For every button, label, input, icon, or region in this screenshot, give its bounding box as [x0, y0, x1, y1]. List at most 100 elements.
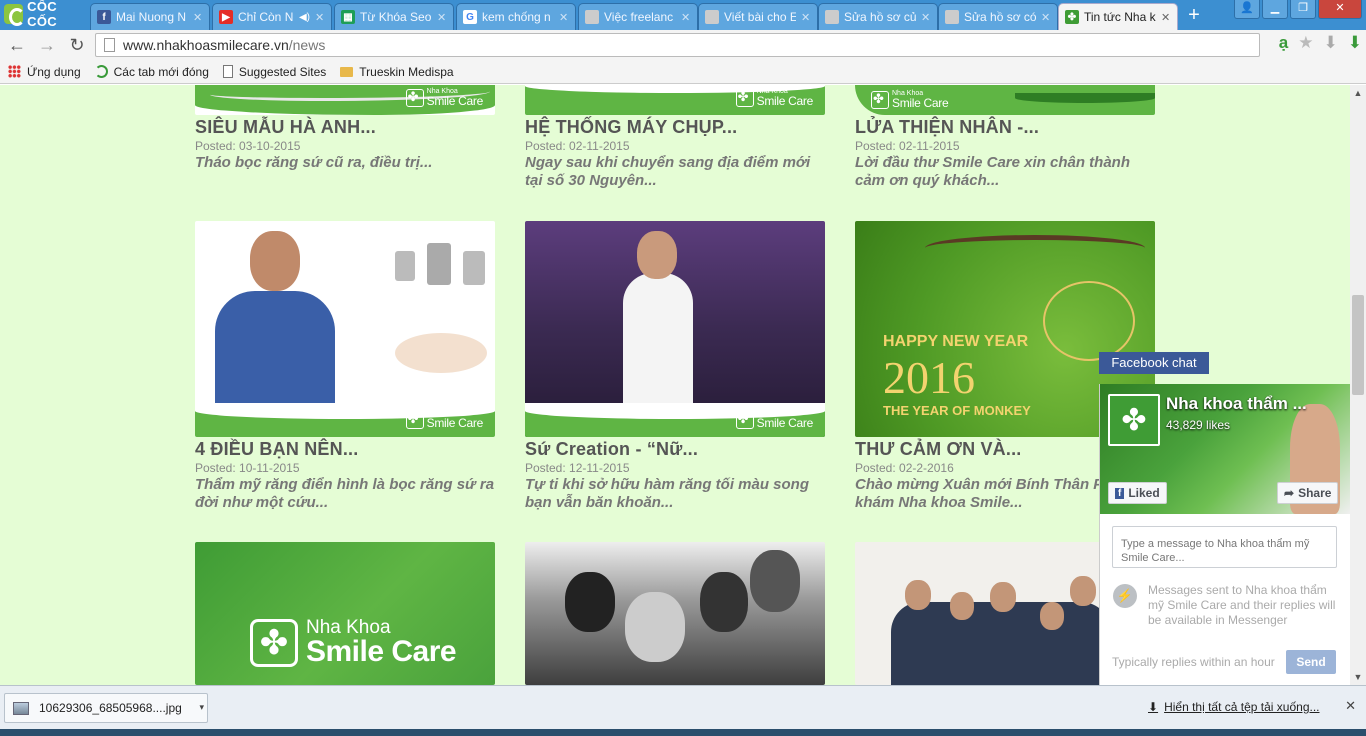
chevron-down-icon[interactable]: ▾ [199, 702, 204, 713]
post-title[interactable]: THƯ CẢM ƠN VÀ... [855, 439, 1021, 460]
sheets-icon: ▦ [341, 10, 355, 24]
post-thumbnail[interactable]: Nha KhoaSmile Care [195, 221, 495, 437]
download-filename: 10629306_68505968....jpg [39, 701, 182, 715]
speaker-icon[interactable]: ◀) [299, 12, 310, 23]
browser-tab[interactable]: ▦ Từ Khóa Seo ✕ [334, 3, 454, 30]
reload-button[interactable]: ↻ [64, 32, 90, 58]
page-icon [705, 10, 719, 24]
logo-card: ✤ Nha Khoa Smile Care [250, 618, 457, 667]
page-scrollbar[interactable]: ▲ ▼ [1350, 85, 1366, 685]
post-thumbnail[interactable]: Nha KhoaSmile Care [525, 85, 825, 115]
fb-likes-count: 43,829 likes [1166, 418, 1231, 432]
lantern-decoration [1043, 281, 1135, 361]
browser-logo[interactable]: CỐC CỐC [0, 0, 88, 29]
close-tab-icon[interactable]: ✕ [315, 11, 325, 24]
browser-tab[interactable]: Viết bài cho E ✕ [698, 3, 818, 30]
post-title[interactable]: HỆ THỐNG MÁY CHỤP... [525, 117, 737, 138]
browser-tab[interactable]: ▶ Chỉ Còn N ◀) ✕ [212, 3, 332, 30]
post-thumbnail[interactable]: ✤ Nha Khoa Smile Care [195, 542, 495, 685]
share-icon: ➦ [1284, 486, 1295, 500]
smile-care-badge: Nha KhoaSmile Care [405, 410, 483, 429]
profile-button[interactable]: 👤 [1234, 0, 1260, 19]
scroll-thumb[interactable] [1352, 295, 1364, 395]
browser-tab[interactable]: Việc freelanc ✕ [578, 3, 698, 30]
address-bar[interactable]: www.nhakhoasmilecare.vn/news [95, 33, 1260, 57]
close-tab-icon[interactable]: ✕ [1041, 11, 1051, 24]
show-all-downloads-link[interactable]: ⬇ Hiển thị tất cả tệp tải xuống... [1148, 700, 1320, 714]
clover-icon [735, 88, 754, 107]
post-title[interactable]: SIÊU MẪU HÀ ANH... [195, 117, 376, 138]
fb-page-avatar[interactable]: ✤ [1108, 394, 1160, 446]
fb-liked-button[interactable]: f Liked [1108, 482, 1167, 504]
page-icon [585, 10, 599, 24]
close-tab-icon[interactable]: ✕ [801, 11, 811, 24]
close-tab-icon[interactable]: ✕ [193, 11, 203, 24]
group-figure [700, 572, 748, 632]
forward-button[interactable]: → [34, 32, 60, 58]
bookmark-label: Suggested Sites [238, 64, 327, 79]
download-icon: ⬇ [1148, 700, 1159, 714]
post-title[interactable]: 4 ĐIỀU BẠN NÊN... [195, 439, 358, 460]
fb-messenger-note: Messages sent to Nha khoa thẩm mỹ Smile … [1148, 583, 1336, 627]
page-content: Nha KhoaSmile Care Nha KhoaSmile Care Nh… [0, 85, 1350, 685]
fb-send-button[interactable]: Send [1286, 650, 1336, 674]
page-icon [945, 10, 959, 24]
fb-page-name[interactable]: Nha khoa thẩm ... [1166, 394, 1307, 414]
tab-title: Sửa hồ sơ củ [844, 10, 916, 24]
bookmark-star-icon[interactable]: ★ [1298, 33, 1313, 53]
close-tab-icon[interactable]: ✕ [559, 11, 569, 24]
back-button[interactable]: ← [4, 32, 30, 58]
post-excerpt: Lời đầu thư Smile Care xin chân thành cả… [855, 154, 1130, 189]
staff-group [891, 602, 1111, 685]
browser-tab[interactable]: ✤ Tin tức Nha k ✕ [1058, 3, 1178, 30]
post-thumbnail[interactable]: Nha KhoaSmile Care [195, 85, 495, 115]
scroll-up-arrow-icon[interactable]: ▲ [1350, 85, 1366, 101]
post-thumbnail[interactable]: Nha KhoaSmile Care [855, 85, 1155, 115]
bookmark-item[interactable]: Các tab mới đóng [94, 65, 209, 79]
download-item[interactable]: 10629306_68505968....jpg ▾ [4, 693, 208, 723]
smile-care-badge: Nha KhoaSmile Care [405, 88, 483, 107]
maximize-button[interactable]: ❐ [1290, 0, 1316, 19]
post-title[interactable]: LỬA THIỆN NHÂN -... [855, 117, 1039, 138]
fb-cover[interactable]: ✤ Nha khoa thẩm ... 43,829 likes f Liked … [1100, 384, 1350, 514]
post-date: Posted: 12-11-2015 [525, 461, 630, 475]
url-text[interactable]: www.nhakhoasmilecare.vn/news [123, 37, 325, 53]
close-tab-icon[interactable]: ✕ [921, 11, 931, 24]
browser-tab[interactable]: Gkem chống n ✕ [456, 3, 576, 30]
fb-message-input[interactable]: Type a message to Nha khoa thẩm mỹ Smile… [1112, 526, 1337, 568]
close-download-bar-icon[interactable]: ✕ [1345, 698, 1356, 714]
facebook-chat-tab[interactable]: Facebook chat [1099, 352, 1209, 374]
translate-icon[interactable]: ạ [1279, 33, 1288, 53]
scroll-down-arrow-icon[interactable]: ▼ [1350, 669, 1366, 685]
bookmark-item[interactable]: Suggested Sites [222, 64, 327, 79]
facebook-icon: f [97, 10, 111, 24]
tab-title: Tin tức Nha k [1084, 10, 1156, 24]
tab-title: Từ Khóa Seo [360, 10, 432, 24]
bookmark-item[interactable]: Trueskin Medispa [340, 65, 454, 79]
youtube-icon: ▶ [219, 10, 233, 24]
save-video-icon[interactable]: ⬇ [1324, 33, 1338, 53]
post-excerpt: Tự ti khi sở hữu hàm răng tối màu song b… [525, 476, 810, 511]
browser-brand: CỐC CỐC [27, 0, 57, 29]
clover-icon [405, 88, 424, 107]
post-title[interactable]: Sứ Creation - “Nữ... [525, 439, 698, 460]
post-excerpt: Ngay sau khi chuyển sang địa điểm mới tạ… [525, 154, 811, 189]
downloads-icon[interactable]: ⬇ [1348, 33, 1362, 53]
model-figure [623, 273, 693, 423]
post-thumbnail[interactable] [525, 542, 825, 685]
group-figure [625, 592, 685, 662]
bookmark-item[interactable]: Ứng dụng [8, 65, 81, 79]
browser-tab[interactable]: Sửa hồ sơ cớ ✕ [938, 3, 1058, 30]
new-tab-button[interactable]: + [1182, 5, 1206, 27]
close-tab-icon[interactable]: ✕ [437, 11, 447, 24]
minimize-button[interactable]: ▁ [1262, 0, 1288, 19]
close-tab-icon[interactable]: ✕ [1161, 11, 1171, 24]
google-icon: G [463, 10, 477, 24]
close-window-button[interactable]: ✕ [1318, 0, 1362, 19]
browser-tab[interactable]: Sửa hồ sơ củ ✕ [818, 3, 938, 30]
browser-tab[interactable]: f Mai Nuong N ✕ [90, 3, 210, 30]
tab-title: Sửa hồ sơ cớ [964, 10, 1036, 24]
close-tab-icon[interactable]: ✕ [681, 11, 691, 24]
post-thumbnail[interactable]: Nha KhoaSmile Care [525, 221, 825, 437]
fb-share-button[interactable]: ➦ Share [1277, 482, 1339, 504]
